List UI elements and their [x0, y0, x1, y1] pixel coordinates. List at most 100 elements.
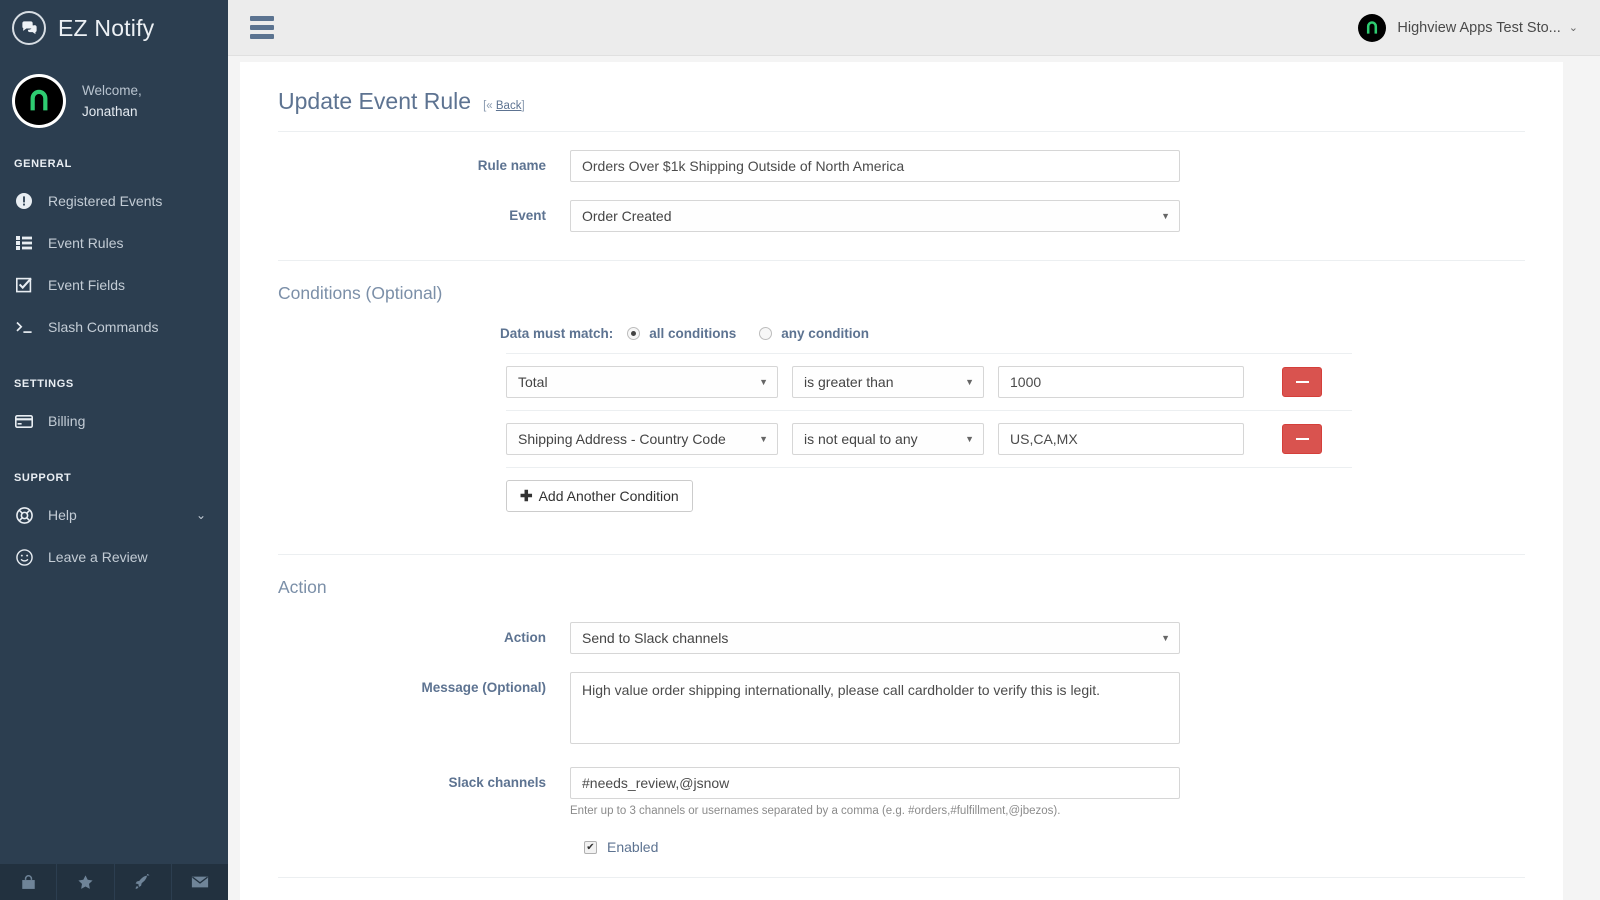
enabled-label[interactable]: Enabled	[607, 839, 658, 855]
enabled-checkbox[interactable]: ✔	[584, 840, 597, 854]
condition-value-control	[998, 366, 1244, 398]
event-control: Order Created ▼	[570, 200, 1180, 232]
remove-condition-button[interactable]	[1282, 367, 1322, 397]
slack-channels-help: Enter up to 3 channels or usernames sepa…	[570, 805, 1061, 817]
condition-row: Shipping Address - Country Code ▼ is not…	[506, 410, 1352, 467]
condition-operator-control: is not equal to any ▼	[792, 423, 984, 455]
match-mode-label: Data must match:	[500, 326, 614, 341]
condition-field-control: Shipping Address - Country Code ▼	[506, 423, 778, 455]
user-name: Jonathan	[82, 104, 138, 119]
condition-operator-select[interactable]: is greater than ▼	[792, 366, 984, 398]
match-mode-row: Data must match: all conditions any cond…	[278, 310, 1525, 347]
sidebar-item-label: Leave a Review	[48, 549, 148, 565]
sidebar-group-settings: SETTINGS	[14, 378, 74, 390]
remove-condition-button[interactable]	[1282, 424, 1322, 454]
store-menu[interactable]: Highview Apps Test Sto... ⌄	[1358, 13, 1600, 42]
smile-icon	[14, 547, 34, 567]
envelope-icon[interactable]	[172, 864, 228, 900]
condition-value-input[interactable]	[998, 366, 1244, 398]
action-title: Action	[278, 577, 327, 597]
chevron-down-icon: ▼	[759, 377, 768, 387]
sidebar-bottom-bar	[0, 864, 228, 900]
store-name: Highview Apps Test Sto...	[1397, 19, 1561, 36]
action-section: Action Action Send to Slack channels ▼ M…	[240, 555, 1563, 877]
form-buttons: Update Delete	[278, 878, 1525, 900]
sidebar-item-label: Event Fields	[48, 277, 126, 293]
sidebar-item-event-fields[interactable]: Event Fields	[0, 264, 228, 306]
event-select-value: Order Created	[582, 208, 672, 224]
hamburger-bar	[250, 34, 274, 39]
user-welcome: Welcome, Jonathan	[0, 56, 228, 144]
bracket-close: ]	[521, 100, 525, 112]
sidebar-item-event-rules[interactable]: Event Rules	[0, 222, 228, 264]
radio-all-conditions-label[interactable]: all conditions	[649, 326, 736, 341]
action-select-value: Send to Slack channels	[582, 630, 729, 646]
add-another-condition-button[interactable]: ✚ Add Another Condition	[506, 480, 693, 512]
chevron-down-icon: ▼	[965, 377, 974, 387]
enabled-row: ✔ Enabled	[278, 839, 1525, 855]
event-select[interactable]: Order Created ▼	[570, 200, 1180, 232]
radio-all-conditions[interactable]	[627, 327, 641, 340]
rule-name-input[interactable]	[570, 150, 1180, 182]
shopping-bag-icon[interactable]	[0, 864, 58, 900]
hamburger-icon[interactable]	[228, 16, 296, 39]
sidebar-group-support: SUPPORT	[14, 472, 72, 484]
chevron-down-icon: ▼	[1161, 633, 1170, 643]
sidebar-item-slash-commands[interactable]: Slash Commands	[0, 306, 228, 348]
chat-bubbles-icon	[12, 11, 46, 45]
sidebar: EZ Notify Welcome, Jonathan GENERAL Regi…	[0, 0, 228, 900]
add-another-condition-label: Add Another Condition	[538, 488, 679, 504]
condition-value-control	[998, 423, 1244, 455]
back-link[interactable]: Back	[496, 100, 522, 112]
terminal-icon	[14, 317, 34, 337]
rocket-icon[interactable]	[115, 864, 172, 900]
footer-actions: Update Delete	[240, 878, 1563, 900]
action-select[interactable]: Send to Slack channels ▼	[570, 622, 1180, 654]
sidebar-group-general: GENERAL	[14, 158, 72, 170]
add-condition-wrapper: ✚ Add Another Condition	[506, 467, 1352, 512]
condition-row: Total ▼ is greater than ▼	[506, 353, 1352, 410]
rule-name-row: Rule name	[278, 150, 1525, 182]
minus-icon	[1295, 438, 1309, 440]
sidebar-item-leave-a-review[interactable]: Leave a Review	[0, 536, 228, 578]
radio-any-condition[interactable]	[759, 327, 773, 340]
condition-field-select[interactable]: Total ▼	[506, 366, 778, 398]
chevron-down-icon[interactable]: ⌄	[196, 508, 206, 522]
exclamation-circle-icon	[14, 191, 34, 211]
sidebar-item-label: Billing	[48, 413, 86, 429]
rule-basics-section: Rule name Event Order Created ▼	[240, 150, 1563, 260]
minus-icon	[1295, 381, 1309, 383]
rule-name-label: Rule name	[477, 158, 546, 173]
message-textarea[interactable]: High value order shipping internationall…	[570, 672, 1180, 744]
message-label: Message (Optional)	[421, 680, 546, 695]
chevron-down-icon: ▼	[759, 434, 768, 444]
hamburger-bar	[250, 25, 274, 30]
action-row: Action Send to Slack channels ▼	[278, 622, 1525, 654]
condition-field-value: Total	[518, 374, 548, 390]
radio-any-condition-label[interactable]: any condition	[781, 326, 869, 341]
condition-operator-select[interactable]: is not equal to any ▼	[792, 423, 984, 455]
star-icon[interactable]	[57, 864, 115, 900]
condition-field-select[interactable]: Shipping Address - Country Code ▼	[506, 423, 778, 455]
life-ring-icon	[14, 505, 34, 525]
sidebar-item-registered-events[interactable]: Registered Events	[0, 180, 228, 222]
sidebar-item-label: Registered Events	[48, 193, 163, 209]
plus-icon: ✚	[520, 488, 533, 505]
brand[interactable]: EZ Notify	[0, 0, 228, 56]
back-chevron-icon: «	[486, 100, 493, 112]
sidebar-item-help[interactable]: Help ⌄	[0, 494, 228, 536]
hamburger-bar	[250, 16, 274, 21]
condition-operator-value: is not equal to any	[804, 431, 918, 447]
conditions-table: Total ▼ is greater than ▼ 1000 Shipping …	[506, 353, 1352, 512]
store-avatar	[1358, 13, 1387, 42]
condition-value-input[interactable]	[998, 423, 1244, 455]
sidebar-item-label: Slash Commands	[48, 319, 159, 335]
welcome-text: Welcome, Jonathan	[82, 80, 142, 122]
condition-field-control: Total ▼	[506, 366, 778, 398]
sidebar-item-billing[interactable]: Billing	[0, 400, 228, 442]
slack-channels-input[interactable]	[570, 767, 1180, 799]
check-square-icon	[14, 275, 34, 295]
chevron-down-icon: ▼	[965, 434, 974, 444]
